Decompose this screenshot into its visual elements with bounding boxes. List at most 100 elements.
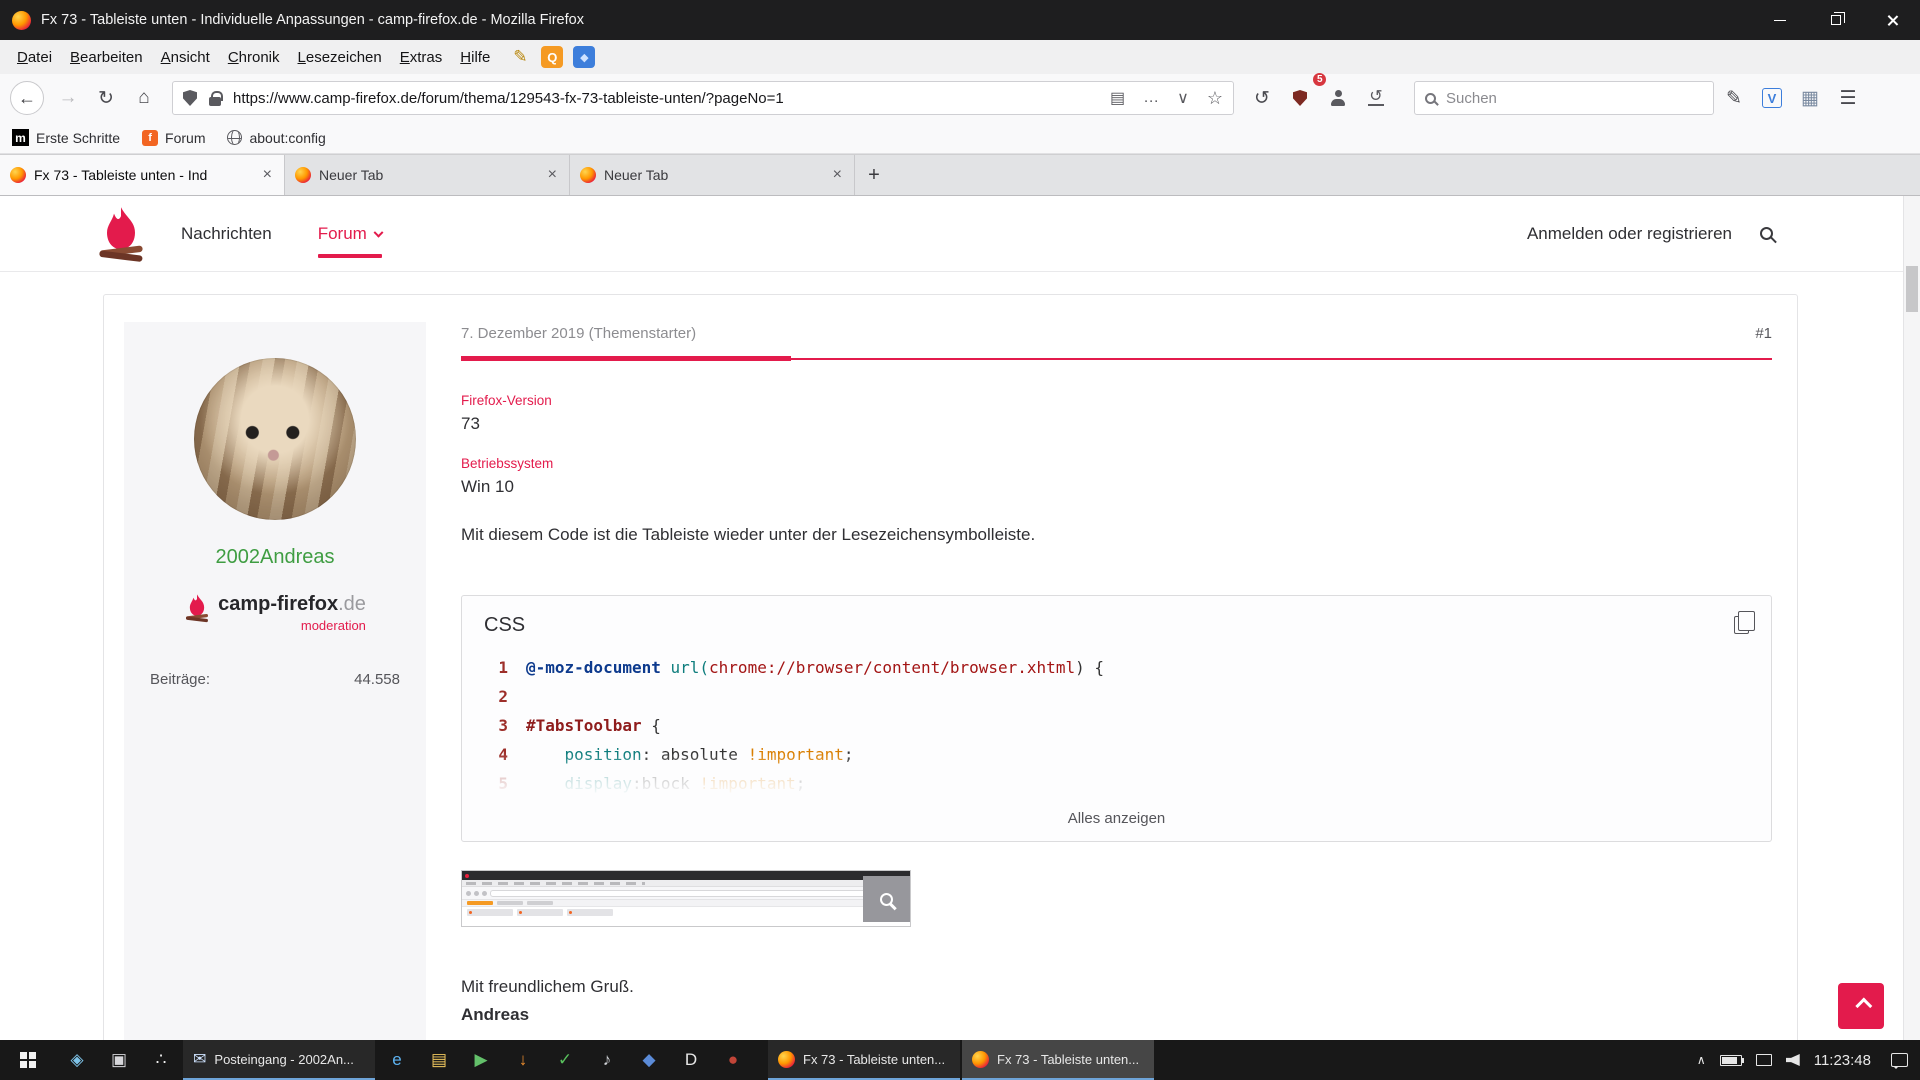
action-center-icon[interactable] [1891,1053,1908,1067]
pinned-app-7[interactable]: ↓ [502,1040,544,1080]
close-icon [1886,14,1899,27]
tab-neuer-tab-2[interactable]: Neuer Tab × [570,155,855,195]
pinned-app-8[interactable]: ✓ [544,1040,586,1080]
network-icon[interactable] [1756,1054,1772,1066]
line-number: 2 [484,687,508,706]
close-button[interactable] [1864,0,1920,40]
tab-title: Neuer Tab [319,167,538,183]
code-block: CSS 1@-moz-document url(chrome://browser… [461,595,1772,842]
pinned-app-5[interactable]: ▤ [418,1040,460,1080]
pinned-app-12[interactable]: ● [712,1040,754,1080]
clock[interactable]: 11:23:48 [1814,1052,1871,1069]
bookmark-erste-schritte[interactable]: m Erste Schritte [12,129,120,146]
start-button[interactable] [0,1040,56,1080]
lock-icon[interactable] [209,97,221,106]
scrollbar-thumb[interactable] [1906,266,1918,312]
menu-datei[interactable]: Datei [8,45,61,70]
menu-bearbeiten[interactable]: Bearbeiten [61,45,152,70]
tab-close-icon[interactable]: × [831,166,844,184]
v-glyph: V [1762,88,1782,108]
account-icon[interactable] [1320,80,1356,116]
reader-mode-icon[interactable]: ▤ [1110,88,1125,108]
extension-pencil-icon[interactable]: ✎ [509,46,531,68]
task-firefox-1[interactable]: Fx 73 - Tableiste unten... [768,1040,960,1080]
pinned-app-2[interactable]: ▣ [98,1040,140,1080]
pinned-app-11[interactable]: D [670,1040,712,1080]
code-token: ) { [1075,658,1104,677]
history-icon[interactable]: ↺ [1244,80,1280,116]
menu-lesezeichen[interactable]: Lesezeichen [289,45,391,70]
attachment-thumbnail[interactable] [461,870,911,927]
extension-orange-icon[interactable]: Q [541,46,563,68]
v-extension-icon[interactable]: V [1754,80,1790,116]
page-scrollbar[interactable] [1903,196,1920,1040]
speaker-icon[interactable] [1786,1054,1800,1066]
pinned-app-6[interactable]: ▶ [460,1040,502,1080]
restore-button[interactable] [1808,0,1864,40]
nav-forum[interactable]: Forum [318,224,382,244]
edit-pencil-icon[interactable]: ✎ [1716,80,1752,116]
tab-close-icon[interactable]: × [261,166,274,184]
reload-button[interactable]: ↻ [88,80,124,116]
back-button[interactable]: ← [10,81,44,115]
extension-blue-icon[interactable]: ◆ [573,46,595,68]
code-token [526,774,565,793]
avatar[interactable] [194,358,356,520]
windows-logo-icon [20,1052,36,1068]
site-search-icon[interactable] [1760,227,1773,240]
task-firefox-2-active[interactable]: Fx 73 - Tableiste unten... [962,1040,1154,1080]
pinned-app-4[interactable]: e [376,1040,418,1080]
search-icon [1425,93,1436,104]
task-label: Posteingang - 2002An... [214,1052,354,1067]
thumb-titlebar [462,871,910,880]
url-bar[interactable]: ▤ … ∨ ☆ [172,81,1234,115]
menu-hilfe[interactable]: Hilfe [451,45,499,70]
battery-icon[interactable] [1720,1055,1742,1066]
pinned-app-1[interactable]: ◈ [56,1040,98,1080]
home-button[interactable]: ⌂ [126,80,162,116]
tracking-protection-shield-icon[interactable] [183,90,197,106]
downloads-icon[interactable]: ↺ [1358,80,1394,116]
nav-nachrichten[interactable]: Nachrichten [181,224,272,244]
download-arrow: ↺ [1368,90,1383,106]
code-token [661,658,671,677]
tab-active[interactable]: Fx 73 - Tableiste unten - Ind × [0,155,285,195]
copy-code-icon[interactable] [1734,616,1749,634]
pinned-app-3[interactable]: ∴ [140,1040,182,1080]
pinned-app-9[interactable]: ♪ [586,1040,628,1080]
pinned-app-10[interactable]: ◆ [628,1040,670,1080]
new-tab-button[interactable]: + [855,155,893,195]
ublock-shield-icon[interactable]: 5 [1282,80,1318,116]
tab-close-icon[interactable]: × [546,166,559,184]
thumbnail-zoom-button[interactable] [863,876,910,922]
pocket-icon[interactable]: ∨ [1177,88,1189,108]
page-actions-icon[interactable]: … [1143,89,1159,107]
task-mail-posteingang[interactable]: ✉ Posteingang - 2002An... [183,1040,375,1080]
search-box[interactable] [1414,81,1714,115]
moderation-badge: camp-firefox.de moderation [184,593,366,633]
tray-expand-icon[interactable]: ∧ [1697,1053,1706,1067]
menu-chronik[interactable]: Chronik [219,45,289,70]
menu-ansicht[interactable]: Ansicht [152,45,219,70]
scroll-to-top-button[interactable] [1838,983,1884,1029]
forward-button[interactable]: → [50,80,86,116]
url-input[interactable] [233,90,1110,107]
post-number-link[interactable]: #1 [1755,325,1772,342]
grid-extension-icon[interactable]: ▦ [1792,80,1828,116]
bookmark-about-config[interactable]: about:config [227,130,325,146]
camp-firefox-logo[interactable] [95,206,147,262]
post-body: 7. Dezember 2019 (Themenstarter) #1 Fire… [461,295,1772,1025]
hamburger-menu-icon[interactable]: ☰ [1830,80,1866,116]
bookmark-star-icon[interactable]: ☆ [1207,88,1223,109]
search-input[interactable] [1446,90,1703,107]
login-link[interactable]: Anmelden oder registrieren [1527,224,1732,244]
bookmark-forum[interactable]: f Forum [142,130,205,146]
bookmark-label: Erste Schritte [36,130,120,146]
camp-firefox-small-logo [184,593,210,623]
magnifier-icon [880,893,893,906]
expand-code-button[interactable]: Alles anzeigen [462,798,1771,841]
tab-neuer-tab-1[interactable]: Neuer Tab × [285,155,570,195]
author-username[interactable]: 2002Andreas [124,546,426,569]
menu-extras[interactable]: Extras [391,45,452,70]
minimize-button[interactable] [1752,0,1808,40]
